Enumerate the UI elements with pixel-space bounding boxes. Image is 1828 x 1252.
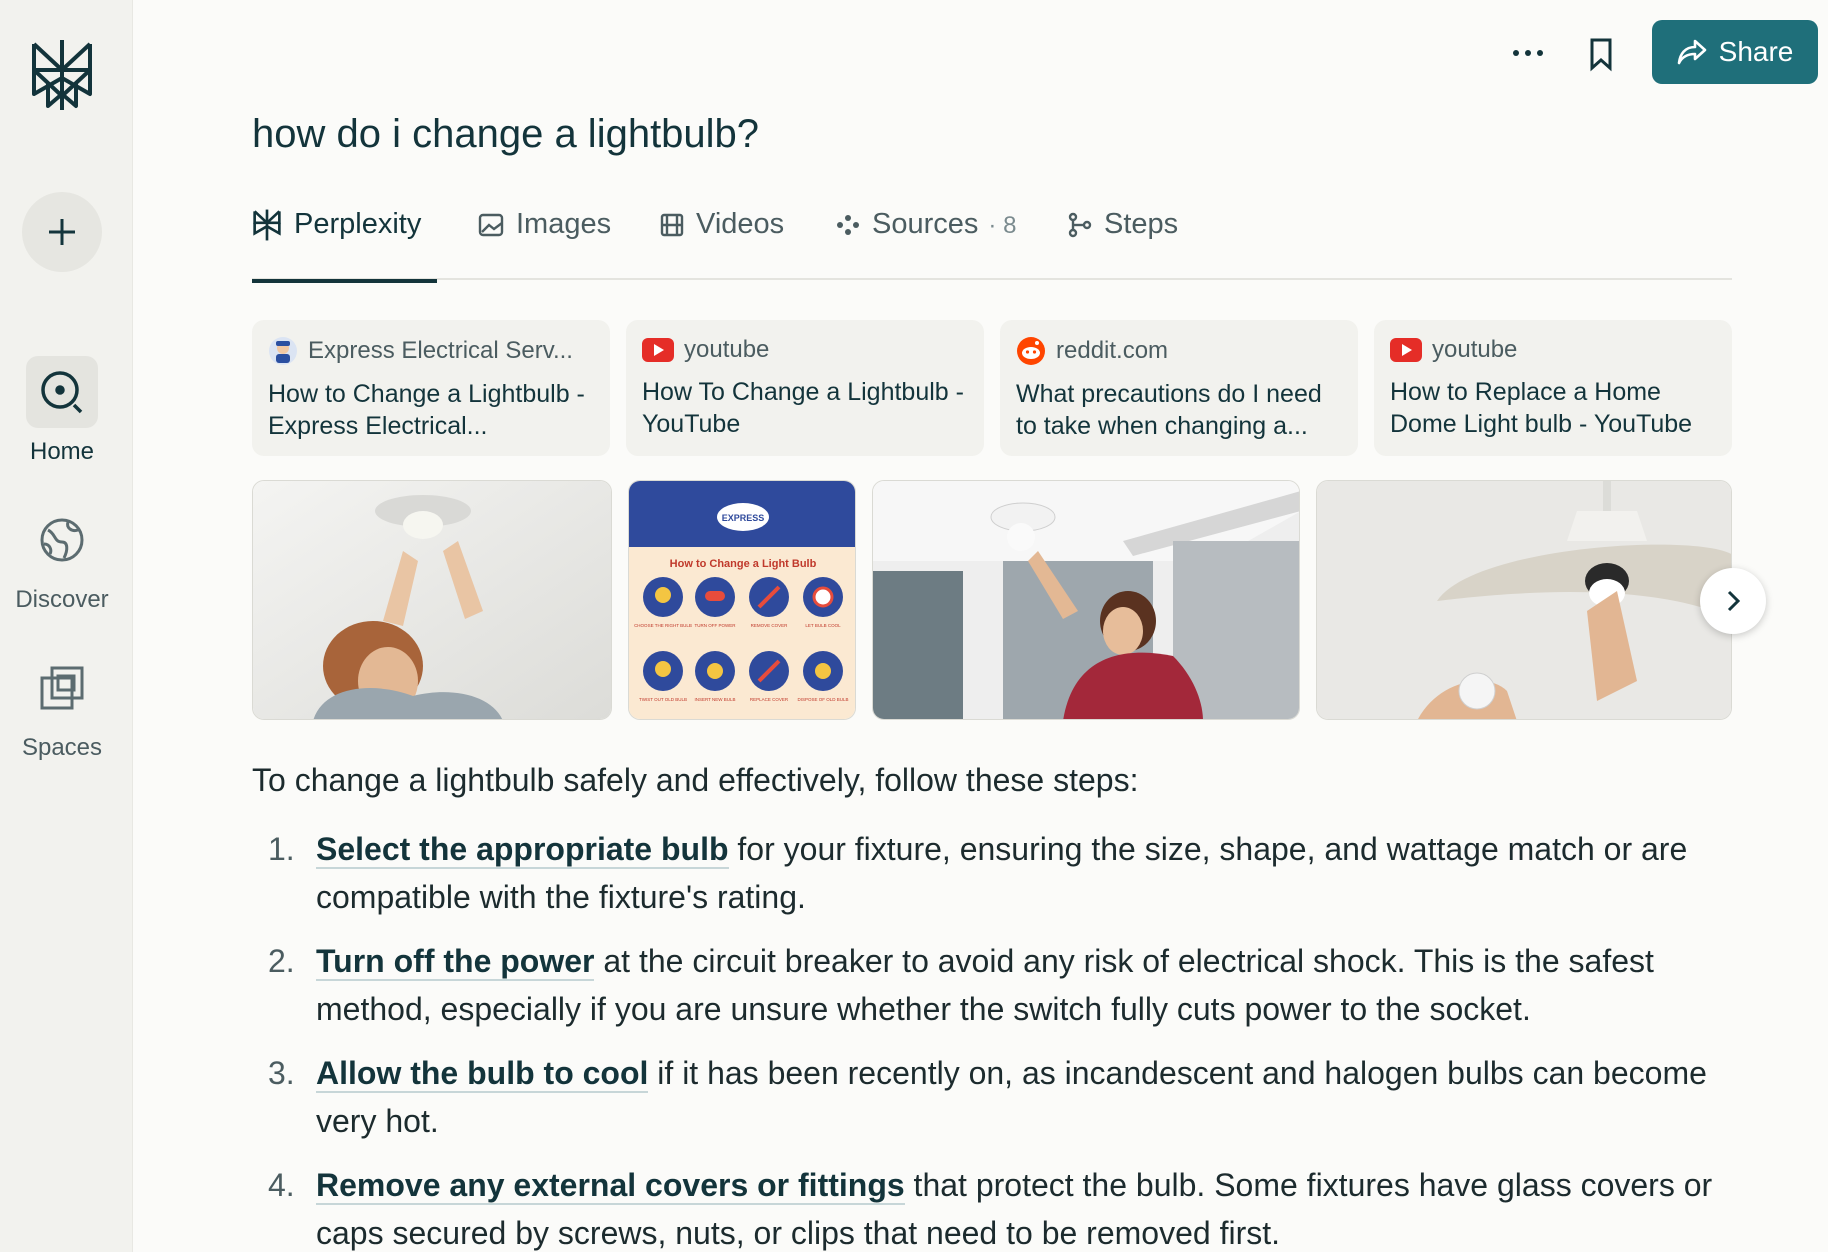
list-item: 4. Remove any external covers or fitting… [252,1161,1732,1252]
step-number: 4. [268,1167,295,1203]
spaces-icon [40,666,84,710]
source-title: What precautions do I need to take when … [1016,380,1322,440]
sidebar-item-label: Discover [15,586,109,613]
source-site: reddit.com [1056,337,1169,364]
home-search-icon [41,371,83,414]
step-heading-link[interactable]: Allow the bulb to cool [316,1055,649,1093]
sources-icon [837,215,859,235]
sources-count: · 8 [988,212,1017,239]
tab-label: Videos [696,208,785,240]
answer-body: To change a lightbulb safely and effecti… [252,762,1732,1252]
ellipsis-icon [1513,50,1543,56]
infographic-step-label: REMOVE COVER [751,623,789,628]
step-text: Remove any external covers or fittings t… [316,1161,1732,1252]
sidebar-item-spaces[interactable]: Spaces [0,652,124,762]
globe-icon [40,518,84,562]
source-title: How to Change a Lightbulb - Express Elec… [268,380,585,440]
list-item: 2. Turn off the power at the circuit bre… [252,937,1732,1033]
result-image-pendant-lamp[interactable] [1316,480,1732,720]
list-item: 3. Allow the bulb to cool if it has been… [252,1049,1732,1145]
chevron-right-icon [1727,590,1741,612]
sidebar-item-home[interactable]: Home [0,356,124,466]
electrician-favicon-icon [269,337,297,365]
share-arrow-icon [1677,39,1706,65]
step-number: 2. [268,943,295,979]
infographic-brand: EXPRESS [722,513,765,523]
answer-steps: 1. Select the appropriate bulb for your … [252,825,1732,1252]
source-card[interactable]: youtube How To Change a Lightbulb - YouT… [626,320,984,456]
infographic-step-label: CHOOSE THE RIGHT BULB [634,623,692,628]
plus-icon [49,219,75,245]
page-title: how do i change a lightbulb? [252,112,760,156]
infographic-step-label: DISPOSE OF OLD BULB [797,697,848,702]
infographic-step-label: REPLACE COVER [750,697,789,702]
tab-images[interactable]: Images [478,200,611,280]
sidebar-item-label: Home [29,438,95,465]
source-card[interactable]: reddit.com What precautions do I need to… [1000,320,1358,456]
result-image-infographic[interactable]: EXPRESS How to Change a Light Bulb CHOOS… [628,480,856,720]
result-image-woman-changing-bulb[interactable] [252,480,612,720]
step-text: Turn off the power at the circuit breake… [316,937,1732,1033]
step-number: 1. [268,831,295,867]
result-tabs: Perplexity Images Videos Sources · 8 Ste… [252,200,1732,283]
source-site: youtube [1432,336,1518,363]
tab-label: Steps [1104,208,1179,240]
image-icon [478,213,504,237]
tab-label: Sources [872,208,979,240]
step-number: 3. [268,1055,295,1091]
share-button[interactable]: Share [1652,20,1818,84]
bookmark-icon [1590,38,1612,72]
steps-icon [1068,212,1092,238]
tab-steps[interactable]: Steps [1068,200,1178,280]
step-text: Allow the bulb to cool if it has been re… [316,1049,1732,1145]
perplexity-logo-icon [253,209,281,241]
sidebar: Home Discover Spaces [0,0,133,1252]
youtube-favicon-icon [642,338,674,362]
tab-label: Images [516,208,612,240]
infographic-step-label: TWIST OUT OLD BULB [639,697,687,702]
source-card[interactable]: Express Electrical Serv... How to Change… [252,320,610,456]
step-heading-link[interactable]: Remove any external covers or fittings [316,1167,905,1205]
result-image-girl-changing-bulb[interactable] [872,480,1300,720]
sidebar-item-discover[interactable]: Discover [0,504,124,614]
youtube-favicon-icon [1390,338,1422,362]
list-item: 1. Select the appropriate bulb for your … [252,825,1732,921]
infographic-title: How to Change a Light Bulb [670,558,817,570]
images-next-button[interactable] [1700,568,1766,634]
tab-videos[interactable]: Videos [660,200,784,280]
active-tab-indicator [252,279,437,283]
share-label: Share [1718,36,1794,67]
source-site: youtube [684,336,770,363]
step-heading-link[interactable]: Turn off the power [316,943,595,981]
step-text: Select the appropriate bulb for your fix… [316,825,1732,921]
perplexity-logo-icon[interactable] [28,38,96,112]
more-options-button[interactable] [1508,38,1548,68]
source-site: Express Electrical Serv... [308,337,573,364]
film-icon [660,213,684,237]
source-card[interactable]: youtube How to Replace a Home Dome Light… [1374,320,1732,456]
bookmark-button[interactable] [1584,36,1618,72]
answer-intro: To change a lightbulb safely and effecti… [252,762,1139,798]
step-heading-link[interactable]: Select the appropriate bulb [316,831,729,869]
reddit-favicon-icon [1017,337,1045,365]
infographic-step-label: LET BULB COOL [805,623,841,628]
new-thread-button[interactable] [22,192,102,272]
infographic-step-label: INSERT NEW BULB [694,697,735,702]
source-title: How to Replace a Home Dome Light bulb - … [1390,378,1693,438]
tab-sources[interactable]: Sources · 8 [836,200,1016,280]
sidebar-item-label: Spaces [21,734,103,761]
tab-label: Perplexity [294,208,422,240]
source-title: How To Change a Lightbulb - YouTube [642,378,964,438]
infographic-step-label: TURN OFF POWER [695,623,737,628]
tab-perplexity[interactable]: Perplexity [252,200,437,283]
